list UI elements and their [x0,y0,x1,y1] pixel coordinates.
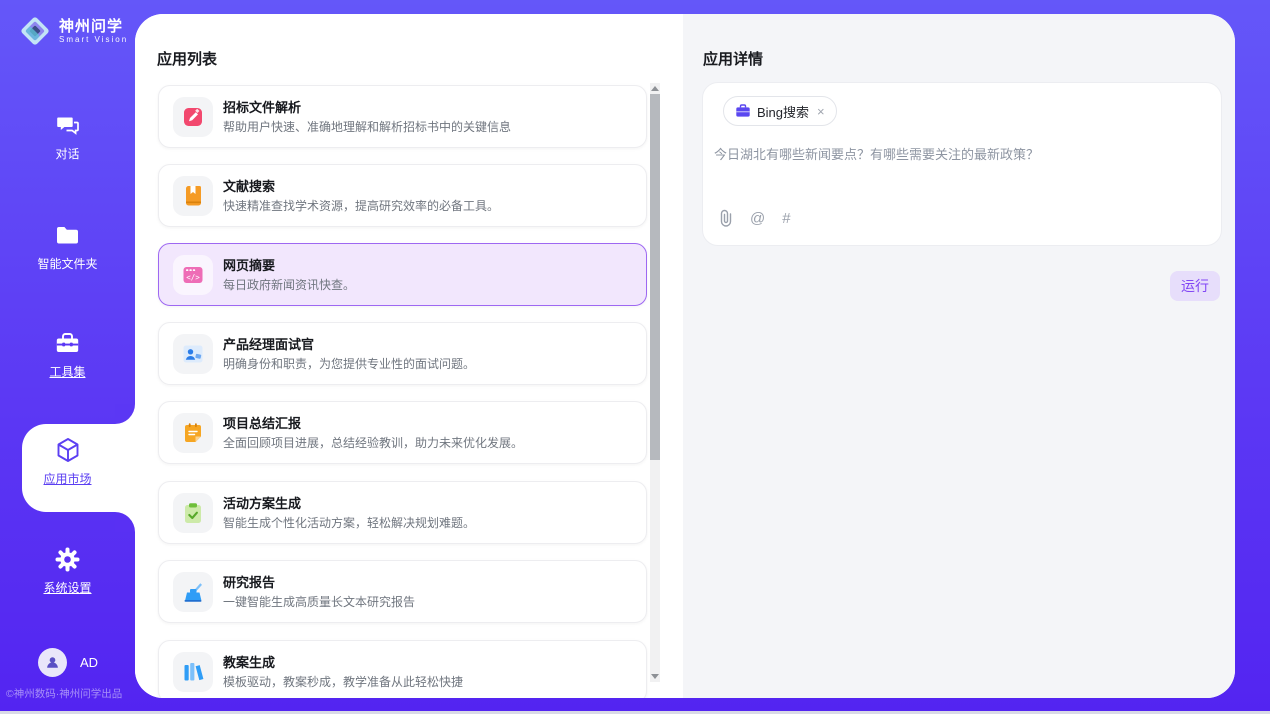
app-description: 快速精准查找学术资源，提高研究效率的必备工具。 [223,197,499,214]
document-edit-icon [181,105,205,129]
sidebar-item-label: 工具集 [49,365,85,379]
app-description: 一键智能生成高质量长文本研究报告 [223,593,415,610]
copyright-text: ©神州数码·神州问学出品 [6,686,122,701]
tool-tag-label: Bing搜索 [757,102,809,121]
scroll-down-arrow[interactable] [651,674,659,679]
app-name: 招标文件解析 [223,97,301,116]
briefcase-icon [735,103,751,119]
app-description: 每日政府新闻资讯快查。 [223,276,355,293]
sidebar-item-settings[interactable]: 系统设置 [0,546,135,597]
app-icon-tile [173,334,213,374]
app-icon-tile: </> [173,255,213,295]
app-card-pm-interviewer[interactable]: 产品经理面试官 明确身份和职责，为您提供专业性的面试问题。 [158,322,647,385]
app-list-title: 应用列表 [157,48,217,69]
active-blob-fillet-top [115,404,135,424]
interviewer-icon [181,342,205,366]
active-blob-fillet-bottom [115,512,135,532]
app-name: 产品经理面试官 [223,334,314,353]
prompt-input[interactable]: 今日湖北有哪些新闻要点？有哪些需要关注的最新政策？ [714,145,1203,165]
scrollbar-thumb[interactable] [650,94,660,460]
sidebar-item-label: 对话 [55,147,79,161]
attachment-toolbar: @ # [719,209,791,227]
app-detail-panel: 应用详情 Bing搜索 × 今日湖北有哪些新闻要点？有哪些需要关注的最新政策？ … [683,14,1235,698]
app-icon-tile [173,572,213,612]
clipboard-check-icon [181,501,205,525]
toolbox-icon [54,330,81,357]
app-description: 明确身份和职责，为您提供专业性的面试问题。 [223,355,475,372]
app-name: 研究报告 [223,572,275,591]
app-detail-title: 应用详情 [703,48,763,69]
app-description: 帮助用户快速、准确地理解和解析招标书中的关键信息 [223,118,511,135]
diamond-logo-icon [18,14,52,48]
avatar [38,648,67,677]
sidebar-item-toolbox[interactable]: 工具集 [0,330,135,381]
brand-logo: 神州问学 Smart Vision [18,14,128,48]
scroll-up-arrow[interactable] [651,86,659,91]
ink-quill-icon [181,580,205,604]
tool-tag-bing-search[interactable]: Bing搜索 × [723,96,837,126]
list-scrollbar[interactable] [650,83,660,682]
sidebar-item-app-market[interactable]: 应用市场 [0,436,135,488]
sidebar: 神州问学 Smart Vision 对话 智能文件夹 工具集 [0,0,135,714]
app-name: 网页摘要 [223,255,275,274]
tag-close-icon[interactable]: × [817,104,825,119]
run-button[interactable]: 运行 [1170,271,1220,301]
sidebar-item-smart-folder[interactable]: 智能文件夹 [0,222,135,273]
app-card-project-summary[interactable]: 项目总结汇报 全面回顾项目进展，总结经验教训，助力未来优化发展。 [158,401,647,464]
brand-name: 神州问学 [59,18,128,35]
app-description: 全面回顾项目进展，总结经验教训，助力未来优化发展。 [223,434,523,451]
app-card-literature-search[interactable]: 文献搜索 快速精准查找学术资源，提高研究效率的必备工具。 [158,164,647,227]
app-name: 文献搜索 [223,176,275,195]
app-name: 活动方案生成 [223,493,301,512]
app-icon-tile [173,413,213,453]
prompt-card: Bing搜索 × 今日湖北有哪些新闻要点？有哪些需要关注的最新政策？ @ # [702,82,1222,246]
app-icon-tile [173,652,213,692]
app-card-bid-document-parse[interactable]: 招标文件解析 帮助用户快速、准确地理解和解析招标书中的关键信息 [158,85,647,148]
books-icon [181,660,205,684]
app-name: 项目总结汇报 [223,413,301,432]
app-card-event-plan[interactable]: 活动方案生成 智能生成个性化活动方案，轻松解决规划难题。 [158,481,647,544]
mention-icon[interactable]: @ [750,210,765,227]
chat-icon [54,112,81,139]
hash-icon[interactable]: # [782,210,790,227]
app-icon-tile [173,493,213,533]
folder-icon [54,222,81,249]
app-description: 模板驱动，教案秒成，教学准备从此轻松快捷 [223,673,463,690]
sticky-note-icon [181,421,205,445]
gear-icon [54,546,81,573]
sidebar-item-label: 应用市场 [43,472,91,486]
app-card-lesson-plan[interactable]: 教案生成 模板驱动，教案秒成，教学准备从此轻松快捷 [158,640,647,698]
app-icon-tile [173,97,213,137]
app-list-panel: 应用列表 招标文件解析 帮助用户快速、准确地理解和解析招标书中的关键信息 [135,14,683,698]
paperclip-icon[interactable] [719,209,733,227]
browser-code-icon: </> [181,263,205,287]
main-content: 应用列表 招标文件解析 帮助用户快速、准确地理解和解析招标书中的关键信息 [135,14,1235,698]
app-name: 教案生成 [223,652,275,671]
cube-icon [54,436,82,464]
sidebar-item-chat[interactable]: 对话 [0,112,135,163]
book-icon [181,184,205,208]
sidebar-item-label: 系统设置 [43,581,91,595]
person-icon [45,655,60,670]
user-name: AD [80,655,98,670]
brand-tagline: Smart Vision [59,35,128,44]
svg-text:</>: </> [186,273,200,282]
sidebar-item-label: 智能文件夹 [37,257,97,271]
user-account[interactable]: AD [38,648,98,677]
app-card-webpage-summary[interactable]: </> 网页摘要 每日政府新闻资讯快查。 [158,243,647,306]
app-card-research-report[interactable]: 研究报告 一键智能生成高质量长文本研究报告 [158,560,647,623]
app-description: 智能生成个性化活动方案，轻松解决规划难题。 [223,514,475,531]
app-icon-tile [173,176,213,216]
